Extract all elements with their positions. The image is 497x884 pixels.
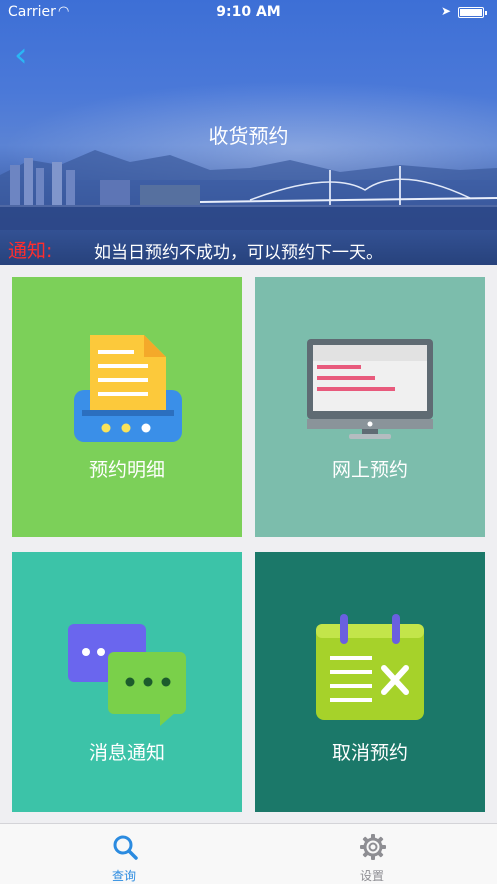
tab-label: 查询 (111, 869, 136, 883)
tile-reservation-details[interactable]: 预约明细 (12, 277, 242, 537)
tab-settings[interactable]: 设置 (248, 824, 496, 884)
battery-icon (458, 7, 487, 18)
notice-label: 通知: (8, 240, 53, 262)
tile-label: 取消预约 (331, 742, 408, 764)
tab-search[interactable]: 查询 (0, 824, 248, 884)
tile-cancel-reservation[interactable]: 取消预约 (255, 552, 485, 812)
back-button[interactable]: ‹ (14, 38, 44, 72)
monitor-icon (307, 339, 433, 439)
chevron-left-icon: ‹ (14, 35, 28, 75)
document-printer-icon (74, 335, 182, 442)
notice-bar: 通知: 如当日预约不成功，可以预约下一天。 (0, 234, 497, 264)
tile-messages[interactable]: 消息通知 (12, 552, 242, 812)
notice-text: 如当日预约不成功，可以预约下一天。 (94, 243, 383, 263)
tile-online-reservation[interactable]: 网上预约 (255, 277, 485, 537)
header-banner: ‹ 收货预约 通知: 如当日预约不成功，可以预约下一天。 (0, 0, 497, 265)
city-skyline-image (0, 150, 497, 230)
page-title: 收货预约 (208, 124, 289, 148)
location-arrow-icon: ➤ (441, 4, 452, 18)
tab-bar: 查询 设置 (0, 823, 497, 884)
tile-label: 消息通知 (88, 742, 165, 764)
tab-label: 设置 (359, 869, 384, 883)
gear-icon (360, 834, 386, 860)
tile-label: 网上预约 (331, 459, 408, 481)
status-bar: Carrier ◠ 9:10 AM ➤ (0, 0, 497, 26)
tile-label: 预约明细 (88, 459, 165, 481)
status-time: 9:10 AM (216, 4, 281, 20)
chat-bubbles-icon (68, 624, 186, 726)
calendar-cancel-icon (316, 614, 424, 720)
search-icon (113, 835, 138, 860)
